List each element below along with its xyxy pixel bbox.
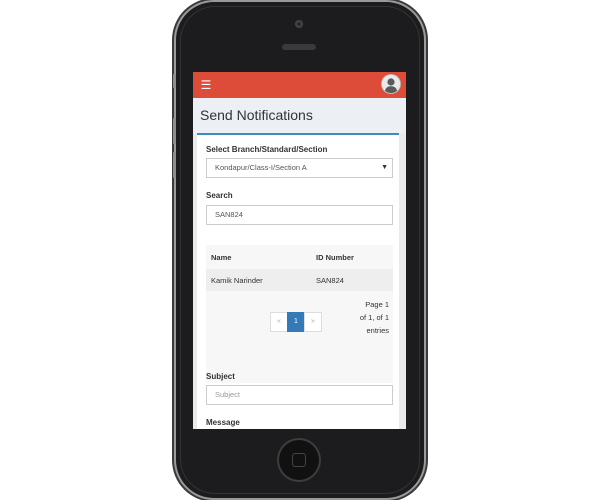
phone-home-button[interactable]	[279, 440, 319, 480]
branch-label: Select Branch/Standard/Section	[206, 145, 328, 154]
user-avatar[interactable]	[382, 75, 400, 93]
phone-speaker	[282, 44, 316, 50]
pagination-next-button[interactable]: »	[304, 312, 322, 332]
search-input[interactable]: SAN824	[206, 205, 393, 225]
results-panel: Name ID Number Kamik Narinder SAN824 « 1…	[206, 245, 393, 383]
column-header-id: ID Number	[316, 253, 354, 262]
cell-name: Kamik Narinder	[211, 276, 263, 285]
home-button-square	[292, 453, 306, 467]
table-row[interactable]: Kamik Narinder SAN824	[206, 269, 393, 291]
phone-silent-switch	[173, 74, 176, 88]
phone-volume-up	[173, 118, 176, 144]
hamburger-menu-icon[interactable]: ☰	[199, 77, 213, 93]
caret-down-icon: ▼	[381, 164, 388, 171]
pagination-prev-button[interactable]: «	[270, 312, 288, 332]
pagination-info-line-3: entries	[366, 326, 389, 335]
user-silhouette-icon	[382, 75, 400, 93]
search-label: Search	[206, 191, 233, 200]
top-navbar: ☰	[193, 72, 406, 98]
subject-input[interactable]: Subject	[206, 385, 393, 405]
phone-camera	[295, 20, 303, 28]
column-header-name: Name	[211, 253, 232, 262]
pagination-info: Page 1 of 1, of 1 entries	[339, 298, 389, 337]
branch-select-value: Kondapur/Class-I/Section A	[215, 163, 307, 172]
page-title: Send Notifications	[200, 107, 313, 123]
subject-label: Subject	[206, 372, 235, 381]
pagination-info-line-2: of 1, of 1	[359, 313, 389, 322]
search-input-value: SAN824	[215, 210, 243, 219]
branch-select[interactable]: Kondapur/Class-I/Section A ▼	[206, 158, 393, 178]
cell-id-number: SAN824	[316, 276, 344, 285]
phone-volume-down	[173, 152, 176, 178]
message-label: Message	[206, 418, 240, 427]
pagination-page-1[interactable]: 1	[287, 312, 305, 332]
subject-placeholder: Subject	[215, 390, 241, 399]
pagination-info-line-1: Page 1	[365, 300, 389, 309]
page-header: Send Notifications	[193, 98, 406, 134]
notification-form-card: Select Branch/Standard/Section Kondapur/…	[197, 133, 399, 429]
app-screen: ☰ Send Notifications Select Branch/Stand…	[193, 72, 406, 429]
